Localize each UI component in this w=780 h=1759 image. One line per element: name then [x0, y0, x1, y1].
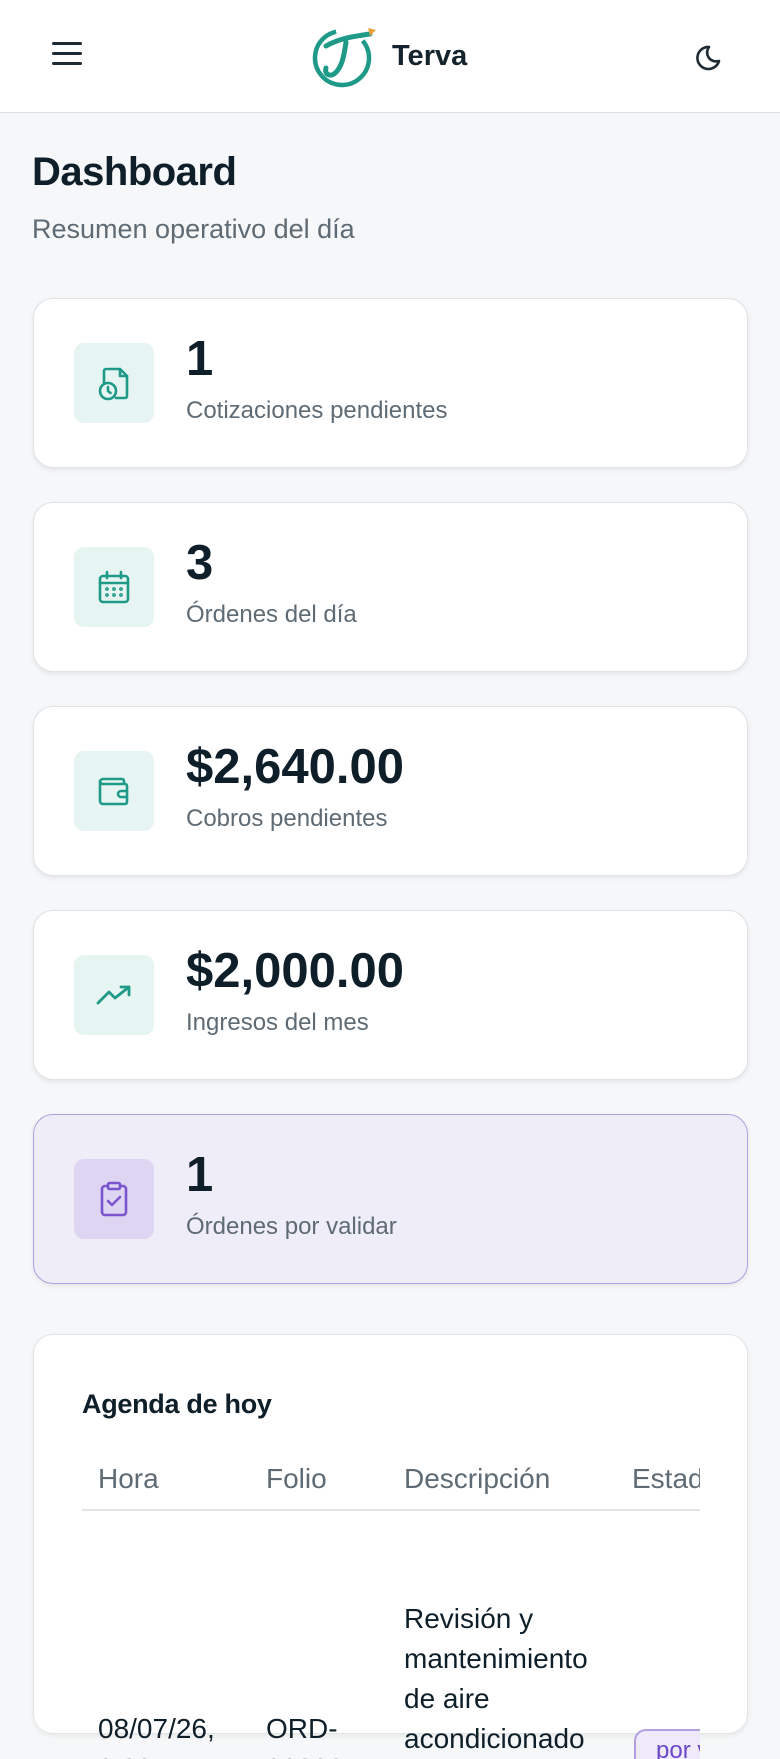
cell-folio: ORD- 000001 — [266, 1709, 359, 1759]
cell-folio-number: 000001 — [266, 1749, 359, 1759]
cell-hora: 08/07/26, 9:00 a.m. — [98, 1709, 215, 1759]
cell-descripcion-line: Revisión y — [404, 1603, 534, 1634]
terva-logo-icon — [312, 28, 376, 88]
cell-folio-prefix: ORD- — [266, 1713, 338, 1744]
stat-card-cotizaciones[interactable]: 1 Cotizaciones pendientes — [33, 298, 748, 468]
document-clock-icon — [74, 343, 154, 423]
stat-label: Órdenes del día — [186, 601, 357, 628]
brand[interactable]: Terva — [312, 24, 467, 88]
stat-label: Ingresos del mes — [186, 1009, 369, 1036]
clipboard-check-icon — [74, 1159, 154, 1239]
stat-label: Cobros pendientes — [186, 805, 388, 832]
cell-hora-time: 9:00 a.m. — [98, 1749, 215, 1759]
moon-icon[interactable] — [692, 36, 732, 76]
cell-descripcion-line: acondicionado — [404, 1723, 585, 1754]
wallet-icon — [74, 751, 154, 831]
stat-value: $2,640.00 — [186, 740, 404, 794]
stat-label: Órdenes por validar — [186, 1213, 397, 1240]
agenda-table[interactable]: Hora Folio Descripción Estado 08/07/26, … — [82, 1439, 700, 1759]
column-header-folio[interactable]: Folio — [266, 1463, 327, 1495]
cell-descripcion-line: mantenimiento — [404, 1643, 588, 1674]
stat-label: Cotizaciones pendientes — [186, 397, 448, 424]
hamburger-menu-icon[interactable] — [48, 38, 88, 74]
stat-card-cobros-pendientes[interactable]: $2,640.00 Cobros pendientes — [33, 706, 748, 876]
stat-value: 1 — [186, 1148, 214, 1202]
page-title: Dashboard — [32, 150, 237, 194]
table-header: Hora Folio Descripción Estado — [82, 1439, 700, 1511]
stat-card-ingresos-mes[interactable]: $2,000.00 Ingresos del mes — [33, 910, 748, 1080]
agenda-card: Agenda de hoy Hora Folio Descripción Est… — [33, 1334, 748, 1759]
agenda-title: Agenda de hoy — [82, 1389, 272, 1419]
page-subtitle: Resumen operativo del día — [32, 214, 355, 244]
cell-descripcion-line: de aire — [404, 1683, 490, 1714]
column-header-hora[interactable]: Hora — [98, 1463, 159, 1495]
brand-name: Terva — [392, 39, 468, 72]
stat-card-ordenes-dia[interactable]: 3 Órdenes del día — [33, 502, 748, 672]
stat-card-ordenes-por-validar[interactable]: 1 Órdenes por validar — [33, 1114, 748, 1284]
column-header-estado[interactable]: Estado — [632, 1463, 700, 1495]
cell-hora-date: 08/07/26, — [98, 1713, 215, 1744]
status-badge: por validar — [634, 1729, 700, 1759]
top-bar: Terva — [0, 0, 780, 113]
cell-descripcion: Revisión y mantenimiento de aire acondic… — [404, 1599, 588, 1759]
column-header-descripcion[interactable]: Descripción — [404, 1463, 550, 1495]
calendar-icon — [74, 547, 154, 627]
trending-up-icon — [74, 955, 154, 1035]
stat-value: $2,000.00 — [186, 944, 404, 998]
stat-value: 1 — [186, 332, 214, 386]
stat-value: 3 — [186, 536, 214, 590]
